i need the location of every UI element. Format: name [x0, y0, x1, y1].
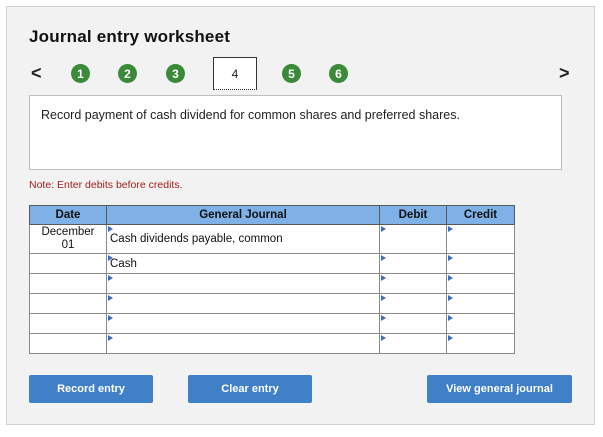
- transaction-description: Record payment of cash dividend for comm…: [29, 95, 562, 170]
- date-day: 01: [61, 239, 75, 251]
- previous-step-arrow-icon[interactable]: <: [31, 63, 42, 84]
- dropdown-indicator-icon: [108, 275, 113, 281]
- date-cell[interactable]: [29, 313, 107, 334]
- clear-entry-button[interactable]: Clear entry: [188, 375, 312, 403]
- debit-cell[interactable]: [379, 253, 447, 274]
- account-cell[interactable]: [106, 293, 380, 314]
- step-2-button[interactable]: 2: [118, 64, 137, 83]
- date-header: Date: [29, 205, 107, 225]
- account-name: Cash: [110, 257, 137, 270]
- dropdown-indicator-icon: [108, 335, 113, 341]
- dropdown-indicator-icon: [381, 335, 386, 341]
- dropdown-indicator-icon: [108, 255, 113, 261]
- account-cell[interactable]: [106, 333, 380, 354]
- worksheet-title: Journal entry worksheet: [29, 27, 231, 46]
- dropdown-indicator-icon: [448, 335, 453, 341]
- dropdown-indicator-icon: [381, 295, 386, 301]
- table-row: [29, 293, 515, 314]
- dropdown-indicator-icon: [108, 226, 113, 232]
- general-journal-header: General Journal: [106, 205, 380, 225]
- account-cell[interactable]: [106, 273, 380, 294]
- debit-cell[interactable]: [379, 333, 447, 354]
- dropdown-indicator-icon: [448, 275, 453, 281]
- credit-cell[interactable]: [446, 293, 515, 314]
- table-row: Cash: [29, 253, 515, 274]
- dropdown-indicator-icon: [448, 255, 453, 261]
- table-row: [29, 273, 515, 294]
- credit-header: Credit: [446, 205, 515, 225]
- debit-cell[interactable]: [379, 224, 447, 254]
- account-cell[interactable]: Cash: [106, 253, 380, 274]
- step-5-button[interactable]: 5: [282, 64, 301, 83]
- dropdown-indicator-icon: [448, 295, 453, 301]
- journal-table: Date General Journal Debit Credit Decemb…: [29, 205, 515, 354]
- account-name: Cash dividends payable, common: [110, 233, 283, 245]
- account-cell[interactable]: [106, 313, 380, 334]
- debit-cell[interactable]: [379, 313, 447, 334]
- step-1-button[interactable]: 1: [71, 64, 90, 83]
- next-step-arrow-icon[interactable]: >: [559, 63, 570, 84]
- credit-cell[interactable]: [446, 273, 515, 294]
- date-cell[interactable]: December 01: [29, 224, 107, 254]
- table-row: December 01 Cash dividends payable, comm…: [29, 224, 515, 254]
- table-row: [29, 333, 515, 354]
- worksheet-panel: Journal entry worksheet < 1 2 3 4 5 6 > …: [6, 6, 595, 425]
- current-step-tab[interactable]: 4: [213, 57, 257, 90]
- entry-note: Note: Enter debits before credits.: [29, 179, 183, 191]
- dropdown-indicator-icon: [381, 255, 386, 261]
- credit-cell[interactable]: [446, 333, 515, 354]
- account-cell[interactable]: Cash dividends payable, common: [106, 224, 380, 254]
- date-month: December: [41, 226, 95, 238]
- debit-cell[interactable]: [379, 293, 447, 314]
- debit-cell[interactable]: [379, 273, 447, 294]
- dropdown-indicator-icon: [448, 315, 453, 321]
- dropdown-indicator-icon: [381, 315, 386, 321]
- credit-cell[interactable]: [446, 253, 515, 274]
- date-cell[interactable]: [29, 273, 107, 294]
- date-cell[interactable]: [29, 253, 107, 274]
- date-cell[interactable]: [29, 333, 107, 354]
- dropdown-indicator-icon: [381, 226, 386, 232]
- date-cell[interactable]: [29, 293, 107, 314]
- dropdown-indicator-icon: [381, 275, 386, 281]
- step-6-button[interactable]: 6: [329, 64, 348, 83]
- credit-cell[interactable]: [446, 224, 515, 254]
- table-row: [29, 313, 515, 334]
- debit-header: Debit: [379, 205, 447, 225]
- dropdown-indicator-icon: [108, 295, 113, 301]
- dropdown-indicator-icon: [448, 226, 453, 232]
- view-general-journal-button[interactable]: View general journal: [427, 375, 572, 403]
- step-3-button[interactable]: 3: [166, 64, 185, 83]
- record-entry-button[interactable]: Record entry: [29, 375, 153, 403]
- credit-cell[interactable]: [446, 313, 515, 334]
- dropdown-indicator-icon: [108, 315, 113, 321]
